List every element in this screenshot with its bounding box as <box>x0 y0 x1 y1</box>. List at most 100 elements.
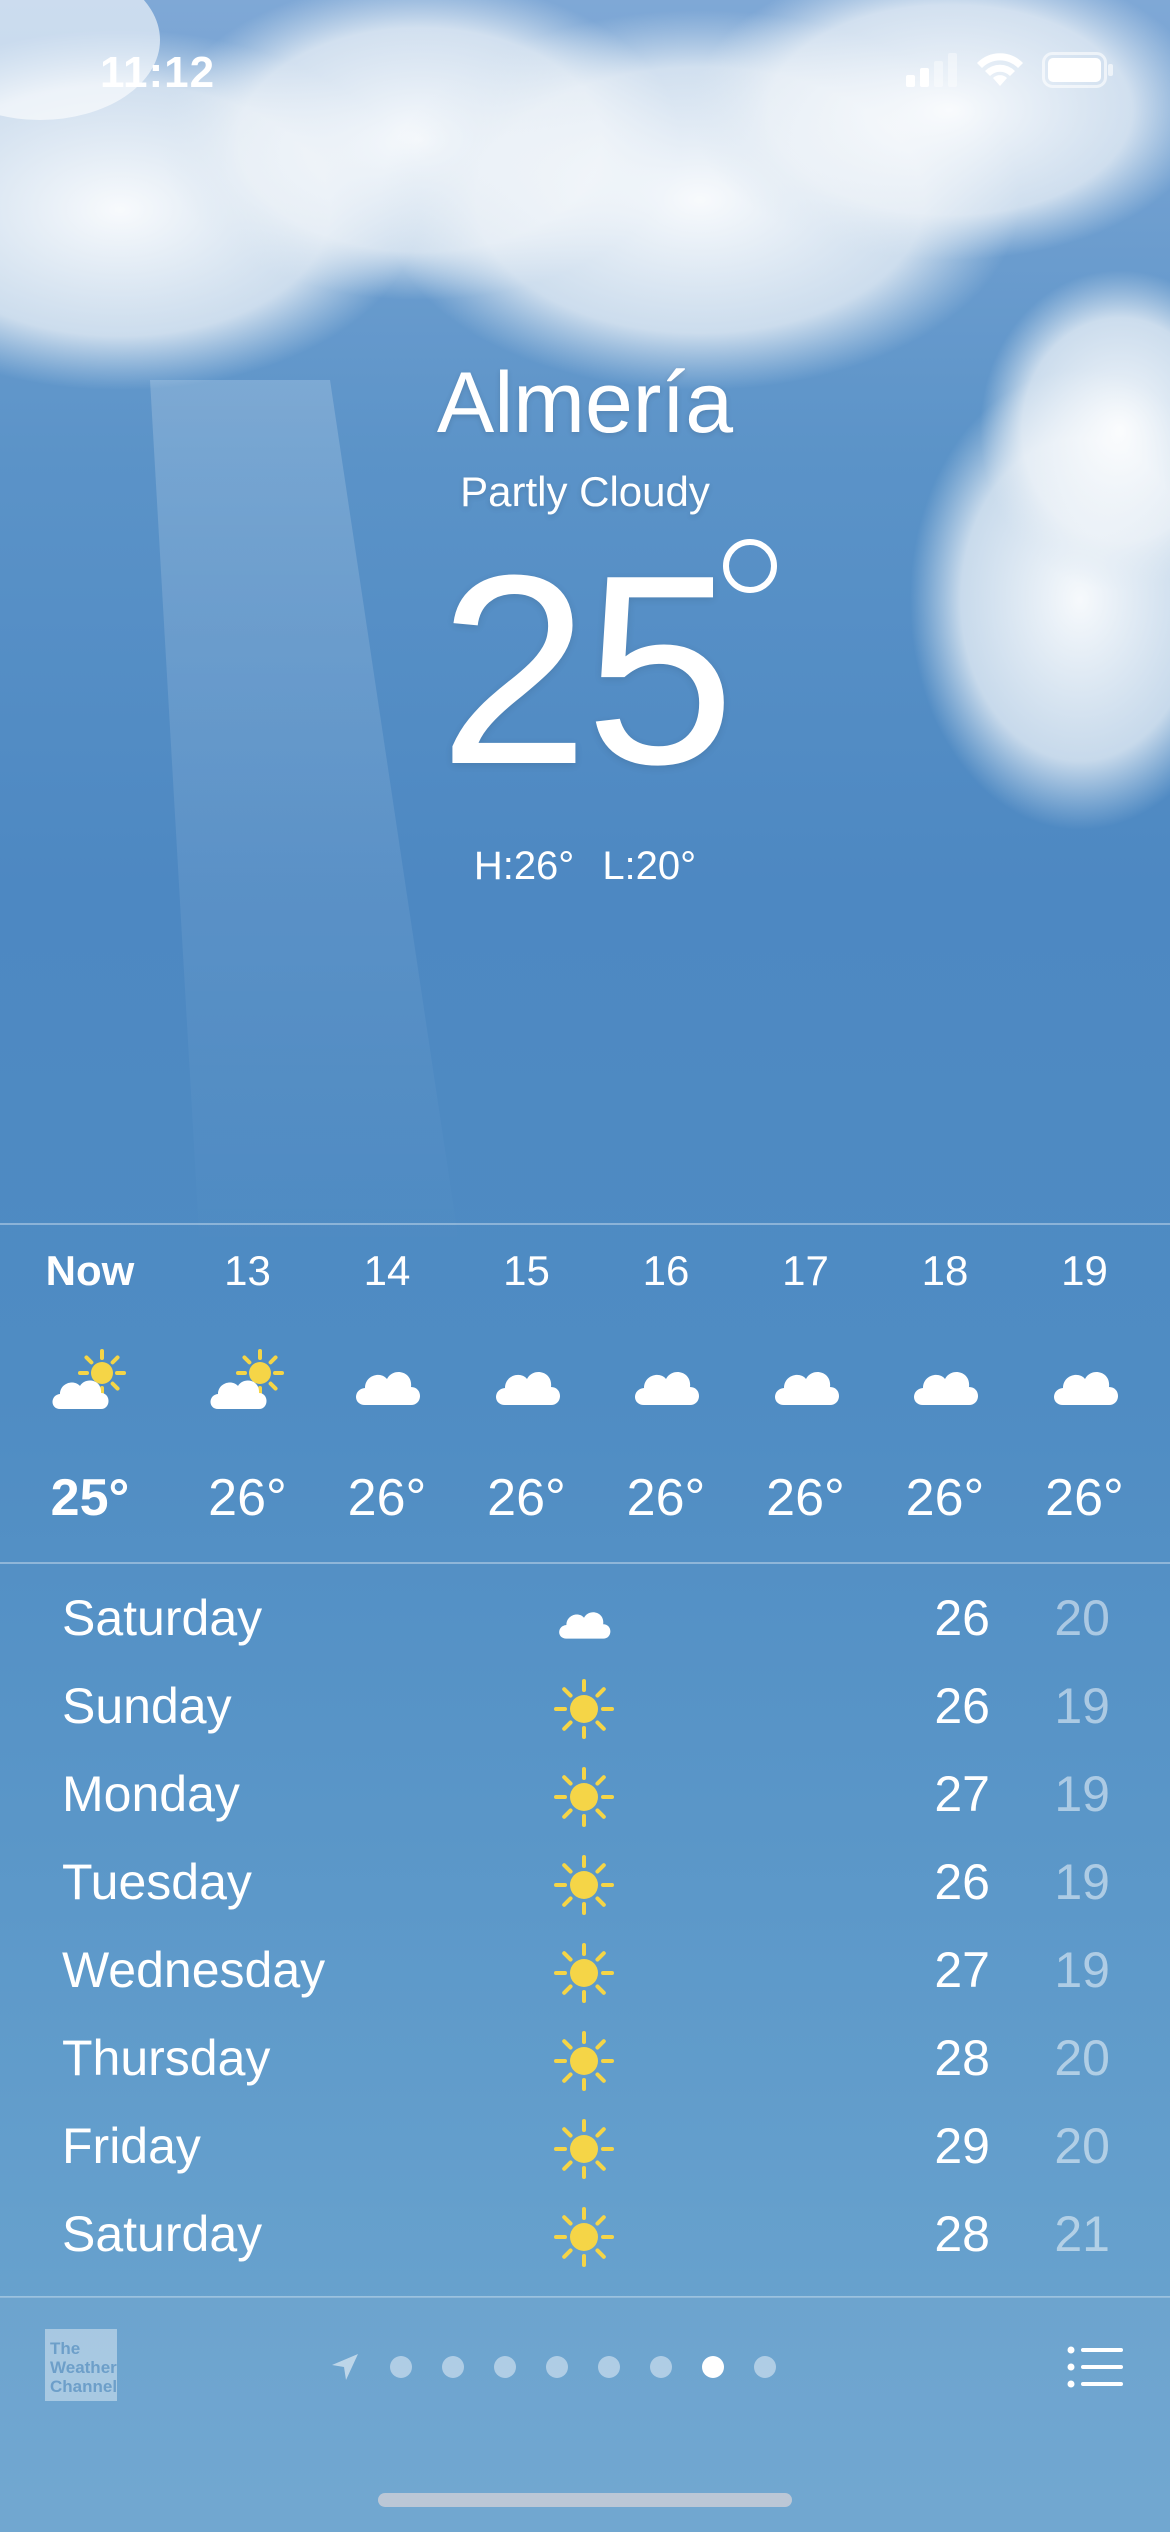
hourly-time: 17 <box>782 1247 829 1294</box>
hourly-time: 13 <box>224 1247 271 1294</box>
divider <box>0 1562 1170 1564</box>
day-low-temperature: 21 <box>1054 2206 1110 2262</box>
daily-row[interactable]: Sunday 26 19 <box>0 1663 1170 1751</box>
page-indicator[interactable] <box>330 2347 850 2387</box>
page-dot[interactable] <box>598 2356 620 2378</box>
day-high-temperature: 28 <box>934 2206 990 2262</box>
sun-icon <box>552 1941 616 2005</box>
day-high-temperature: 28 <box>934 2030 990 2086</box>
daily-row[interactable]: Saturday 26 20 <box>0 1575 1170 1663</box>
day-name: Sunday <box>62 1678 232 1734</box>
page-dot[interactable] <box>390 2356 412 2378</box>
daily-row[interactable]: Friday 29 20 <box>0 2103 1170 2191</box>
low-temperature: L:20° <box>602 844 697 888</box>
home-indicator[interactable] <box>378 2493 792 2507</box>
cloud-icon <box>905 1343 985 1423</box>
degree-icon <box>723 539 777 593</box>
hourly-time: Now <box>45 1247 135 1294</box>
wifi-icon <box>977 53 1023 86</box>
day-low-temperature: 19 <box>1054 1678 1110 1734</box>
daily-forecast[interactable]: Saturday 26 20 Sunday 26 19 Monday 27 19 Tuesday 2… <box>0 1575 1170 2279</box>
day-high-temperature: 27 <box>934 1942 990 1998</box>
status-time: 11:12 <box>100 48 216 97</box>
hourly-forecast[interactable]: Now 25° 13 26° 14 26° 15 26° 16 26° 17 26° 18 26° 19 26… <box>0 1225 1170 1565</box>
hourly-item: 13 26° <box>178 1225 318 1565</box>
sun-icon <box>552 2205 616 2269</box>
daily-row[interactable]: Tuesday 26 19 <box>0 1839 1170 1927</box>
page-dot[interactable] <box>494 2356 516 2378</box>
day-low-temperature: 19 <box>1054 1942 1110 1998</box>
high-low: H:26° L:20° <box>0 844 1170 889</box>
current-temperature: 25 <box>438 520 735 821</box>
hourly-item: Now 25° <box>20 1225 160 1565</box>
day-low-temperature: 20 <box>1054 2030 1110 2086</box>
status-icons <box>906 52 1114 88</box>
cloud-icon <box>347 1343 427 1423</box>
cloud-icon <box>487 1343 567 1423</box>
hourly-temperature: 26° <box>905 1469 985 1527</box>
day-name: Wednesday <box>62 1942 326 1998</box>
partly-cloudy-icon <box>208 1343 288 1423</box>
current-weather-header: Almería Partly Cloudy 25 H:26° L:20° <box>0 360 1170 889</box>
sun-icon <box>552 1853 616 1917</box>
hourly-item: 16 26° <box>596 1225 736 1565</box>
page-dot[interactable] <box>754 2356 776 2378</box>
page-dot[interactable] <box>442 2356 464 2378</box>
hourly-time: 14 <box>363 1247 411 1294</box>
hourly-temperature: 25° <box>50 1469 130 1527</box>
status-bar: 11:12 <box>0 0 1170 140</box>
daily-row[interactable]: Monday 27 19 <box>0 1751 1170 1839</box>
current-temperature-wrap: 25 <box>0 536 1170 806</box>
weather-channel-logo[interactable]: The Weather Channel <box>45 2329 117 2401</box>
day-high-temperature: 26 <box>934 1590 990 1646</box>
daily-row[interactable]: Saturday 28 21 <box>0 2191 1170 2279</box>
page-dot[interactable] <box>702 2356 724 2378</box>
city-name: Almería <box>436 355 734 451</box>
day-name: Saturday <box>62 1590 263 1646</box>
sun-icon <box>552 1765 616 1829</box>
hourly-time: 15 <box>503 1247 550 1294</box>
day-high-temperature: 29 <box>934 2118 990 2174</box>
day-high-temperature: 27 <box>934 1766 990 1822</box>
partly-cloudy-icon <box>50 1343 130 1423</box>
hourly-item: 17 26° <box>736 1225 876 1565</box>
day-name: Tuesday <box>62 1854 252 1910</box>
cloud-icon <box>552 1589 616 1653</box>
daily-row[interactable]: Thursday 28 20 <box>0 2015 1170 2103</box>
day-low-temperature: 20 <box>1054 1590 1110 1646</box>
hourly-temperature: 26° <box>487 1469 566 1527</box>
location-arrow-icon[interactable] <box>330 2352 360 2382</box>
high-temperature: H:26° <box>473 844 575 888</box>
hourly-temperature: 26° <box>208 1469 287 1527</box>
cloud-icon <box>766 1343 846 1423</box>
hourly-temperature: 26° <box>347 1469 427 1527</box>
sun-icon <box>552 2117 616 2181</box>
hourly-time: 19 <box>1061 1247 1108 1294</box>
cloud-icon <box>626 1343 706 1423</box>
list-icon[interactable] <box>1065 2342 1125 2392</box>
cloud-icon <box>1045 1343 1125 1423</box>
day-name: Monday <box>62 1766 240 1822</box>
hourly-item: 18 26° <box>875 1225 1015 1565</box>
day-name: Friday <box>62 2118 201 2174</box>
hourly-temperature: 26° <box>766 1469 845 1527</box>
hourly-temperature: 26° <box>626 1469 706 1527</box>
day-name: Saturday <box>62 2206 263 2262</box>
day-name: Thursday <box>62 2030 271 2086</box>
hourly-time: 16 <box>642 1247 690 1294</box>
sun-icon <box>552 2029 616 2093</box>
page-dot[interactable] <box>546 2356 568 2378</box>
hourly-time: 18 <box>921 1247 969 1294</box>
day-high-temperature: 26 <box>934 1678 990 1734</box>
day-low-temperature: 20 <box>1054 2118 1110 2174</box>
hourly-temperature: 26° <box>1045 1469 1124 1527</box>
day-low-temperature: 19 <box>1054 1854 1110 1910</box>
hourly-item: 15 26° <box>457 1225 597 1565</box>
day-low-temperature: 19 <box>1054 1766 1110 1822</box>
hourly-item: 19 26° <box>1015 1225 1155 1565</box>
day-high-temperature: 26 <box>934 1854 990 1910</box>
page-dot[interactable] <box>650 2356 672 2378</box>
sun-icon <box>552 1677 616 1741</box>
daily-row[interactable]: Wednesday 27 19 <box>0 1927 1170 2015</box>
hourly-item: 14 26° <box>317 1225 457 1565</box>
